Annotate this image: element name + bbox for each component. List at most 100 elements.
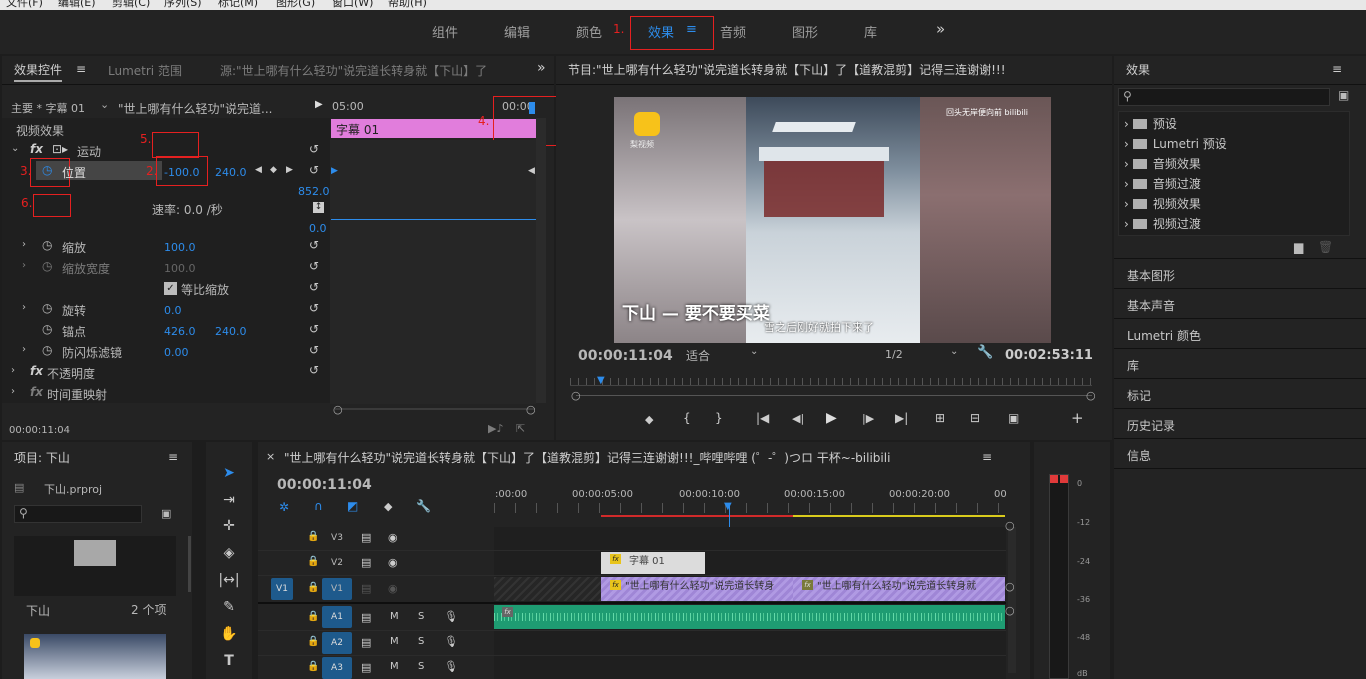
mute-a2[interactable]: M — [390, 636, 399, 647]
audio-clip-a1[interactable]: fx — [494, 605, 1005, 629]
next-keyframe-icon[interactable]: ▶ — [286, 165, 293, 175]
razor-tool-icon[interactable]: ◈ — [218, 543, 240, 563]
section-info[interactable]: 信息 — [1127, 447, 1151, 464]
expand-opacity-icon[interactable]: › — [11, 365, 15, 376]
workspace-audio[interactable]: 音频 — [720, 22, 746, 41]
clip-thumbnail[interactable] — [24, 634, 166, 679]
menu-help[interactable]: 帮助(H) — [388, 0, 427, 10]
project-search-input[interactable]: ⚲ — [14, 505, 142, 523]
go-to-out-icon[interactable]: ▶| — [895, 411, 908, 425]
wrench-icon[interactable]: 🔧 — [977, 345, 993, 360]
menu-window[interactable]: 窗口(W) — [332, 0, 373, 10]
add-button-icon[interactable]: + — [1071, 409, 1084, 427]
timeline-close-icon[interactable]: × — [266, 450, 275, 463]
go-to-in-icon[interactable]: |◀ — [756, 411, 769, 425]
nest-icon[interactable]: ✲ — [279, 500, 289, 514]
track-v3[interactable]: V3 — [326, 529, 348, 547]
stopwatch-scale-icon[interactable]: ◷ — [42, 238, 52, 252]
snap-icon[interactable]: ∩ — [314, 499, 323, 513]
expand-remap-icon[interactable]: › — [11, 386, 15, 397]
tab-source[interactable]: 源:"世上哪有什么轻功"说完道长转身就【下山】了 — [220, 62, 520, 79]
panel-menu-icon[interactable]: ≡ — [76, 62, 86, 76]
track-a2[interactable]: A2 — [322, 632, 352, 654]
selection-tool-icon[interactable]: ➤ — [218, 463, 240, 483]
ec-play-audio-icon[interactable]: ▶♪ — [488, 422, 503, 435]
program-playhead-icon[interactable]: ▼ — [597, 375, 605, 386]
clip-v2[interactable]: fx 字幕 01 — [601, 552, 705, 574]
position-x-value[interactable]: -100.0 — [164, 166, 199, 179]
play-triangle-icon[interactable]: ▶ — [315, 99, 323, 110]
reset-rotation-icon[interactable]: ↺ — [309, 302, 323, 314]
new-bin-icon[interactable]: ▣ — [1338, 88, 1349, 102]
ec-current-timecode[interactable]: 00:00:11:04 — [9, 425, 70, 436]
effects-item-video-effects[interactable]: › 视频效果 — [1124, 195, 1201, 212]
fit-dropdown[interactable]: 适合 — [686, 347, 710, 364]
workspace-libraries[interactable]: 库 — [864, 22, 877, 41]
workspace-color[interactable]: 颜色 — [576, 22, 602, 41]
eye-v3-icon[interactable]: ◉ — [388, 531, 398, 544]
mute-a3[interactable]: M — [390, 661, 399, 672]
workspace-effects[interactable]: 效果 — [648, 22, 674, 41]
mark-in-icon[interactable]: { — [683, 411, 691, 425]
program-timecode[interactable]: 00:00:11:04 — [578, 348, 673, 364]
reset-motion-icon[interactable]: ↺ — [309, 143, 323, 155]
anchor-y-value[interactable]: 240.0 — [215, 325, 247, 338]
workspace-more-icon[interactable]: » — [936, 20, 945, 38]
eye-v1-icon[interactable]: ◉ — [388, 582, 398, 595]
sync-v2-icon[interactable]: ▤ — [361, 556, 371, 569]
add-keyframe-icon[interactable]: ◆ — [270, 165, 277, 175]
slip-tool-icon[interactable]: |↔| — [218, 570, 240, 590]
stopwatch-icon[interactable]: ◷ — [42, 163, 52, 177]
menu-marker[interactable]: 标记(M) — [218, 0, 258, 10]
ec-scroll-right-handle[interactable]: ○ — [526, 403, 536, 416]
clip-indicator-left[interactable] — [1050, 475, 1058, 483]
timeline-ruler[interactable] — [494, 503, 1006, 513]
section-markers[interactable]: 标记 — [1127, 387, 1151, 404]
new-folder-icon[interactable]: ▆ — [1294, 240, 1303, 254]
stopwatch-anchor-icon[interactable]: ◷ — [42, 322, 52, 336]
ec-export-icon[interactable]: ⇱ — [516, 422, 525, 435]
motion-expand-icon[interactable]: ⌄ — [11, 143, 19, 154]
linked-selection-icon[interactable]: ◩ — [347, 499, 358, 513]
source-v1[interactable]: V1 — [271, 578, 293, 600]
menu-file[interactable]: 文件(F) — [6, 0, 43, 10]
anchor-x-value[interactable]: 426.0 — [164, 325, 196, 338]
ec-vertical-scrollbar[interactable] — [536, 118, 546, 403]
project-scrollbar[interactable] — [188, 536, 191, 592]
lock-a1-icon[interactable]: 🔒 — [307, 611, 319, 622]
solo-a1[interactable]: S — [418, 611, 424, 622]
rotation-value[interactable]: 0.0 — [164, 304, 182, 317]
scale-value[interactable]: 100.0 — [164, 241, 196, 254]
program-video-frame[interactable]: 梨视频 回头无岸便向前 bilibili 下山 — 要不要买菜 雪之后刚好就拍下… — [614, 97, 1051, 343]
stopwatch-antiflicker-icon[interactable]: ◷ — [42, 343, 52, 357]
sync-v3-icon[interactable]: ▤ — [361, 531, 371, 544]
chevron-down-icon[interactable]: ⌄ — [100, 98, 109, 111]
lift-icon[interactable]: ⊞ — [935, 411, 945, 425]
menu-clip[interactable]: 剪辑(C) — [112, 0, 150, 10]
clip-v1-a[interactable]: fx "世上哪有什么轻功"说完道长转身 — [601, 577, 793, 601]
lock-v1-icon[interactable]: 🔒 — [307, 582, 319, 593]
hand-tool-icon[interactable]: ✋ — [218, 624, 240, 644]
solo-a2[interactable]: S — [418, 636, 424, 647]
lock-v2-icon[interactable]: 🔒 — [307, 556, 319, 567]
clip-indicator-right[interactable] — [1060, 475, 1068, 483]
export-frame-icon[interactable]: ▣ — [1008, 411, 1019, 425]
track-a3[interactable]: A3 — [322, 657, 352, 679]
program-zoom-bar[interactable] — [576, 395, 1092, 396]
track-select-tool-icon[interactable]: ⇥ — [218, 490, 240, 510]
reset-antiflicker-icon[interactable]: ↺ — [309, 344, 323, 356]
quality-chevron-icon[interactable]: ⌄ — [950, 346, 958, 357]
section-lumetri-color[interactable]: Lumetri 颜色 — [1127, 327, 1201, 344]
bin-thumbnail-area[interactable] — [14, 536, 176, 596]
prev-keyframe-icon[interactable]: ◀ — [255, 165, 262, 175]
reset-opacity-icon[interactable]: ↺ — [309, 364, 323, 376]
mic-a2-icon[interactable]: 🎙 — [444, 635, 458, 648]
quality-dropdown[interactable]: 1/2 — [885, 348, 903, 361]
project-menu-icon[interactable]: ≡ — [168, 450, 178, 464]
workspace-graphics[interactable]: 图形 — [792, 22, 818, 41]
timeline-settings-icon[interactable]: 🔧 — [416, 499, 431, 513]
lock-a3-icon[interactable]: 🔒 — [307, 661, 319, 672]
sync-a3-icon[interactable]: ▤ — [361, 661, 371, 674]
effects-item-audio-effects[interactable]: › 音频效果 — [1124, 155, 1201, 172]
expand-rotation-icon[interactable]: › — [22, 302, 26, 313]
